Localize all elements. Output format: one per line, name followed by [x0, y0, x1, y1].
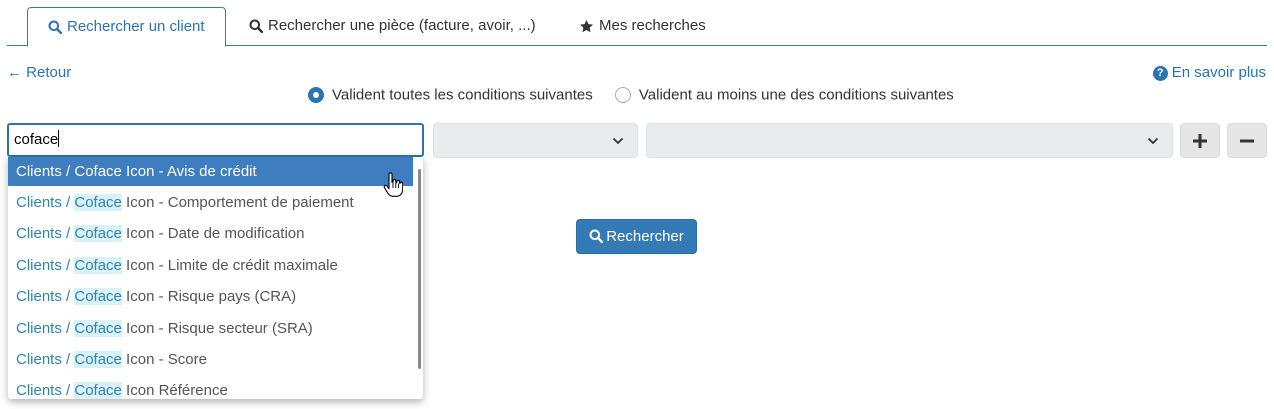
- tab-label: Rechercher un client: [67, 18, 205, 36]
- value-select[interactable]: [646, 123, 1173, 158]
- item-match: Coface: [74, 320, 122, 337]
- list-item[interactable]: Clients / Coface Icon Référence: [8, 376, 413, 399]
- item-category: Clients /: [16, 351, 71, 368]
- back-link[interactable]: ← Retour: [7, 64, 71, 81]
- list-item[interactable]: Clients / Coface Icon - Limite de crédit…: [8, 251, 413, 280]
- plus-icon: [1193, 134, 1207, 148]
- item-label: Icon - Score: [121, 351, 207, 368]
- field-autocomplete-list: Clients / Coface Icon - Avis de crédit C…: [8, 157, 423, 399]
- chevron-down-icon: [612, 137, 624, 145]
- item-match: Coface: [74, 225, 122, 242]
- condition-any-radio[interactable]: [614, 87, 631, 104]
- item-category: Clients /: [16, 288, 71, 305]
- list-item[interactable]: Clients / Coface Icon - Score: [8, 345, 413, 374]
- search-icon: [48, 20, 62, 35]
- condition-any-option[interactable]: Valident au moins une des conditions sui…: [614, 86, 954, 104]
- item-match: Coface: [74, 382, 122, 399]
- tab-label: Rechercher une pièce (facture, avoir, ..…: [268, 17, 536, 35]
- search-tabs: Rechercher un client Rechercher une pièc…: [7, 7, 1267, 47]
- minus-icon: [1240, 139, 1254, 143]
- search-icon: [589, 229, 604, 244]
- item-label: Icon - Avis de crédit: [121, 163, 257, 180]
- hand-cursor-icon: [383, 172, 403, 197]
- list-item[interactable]: Clients / Coface Icon - Avis de crédit: [8, 157, 413, 186]
- tab-search-document[interactable]: Rechercher une pièce (facture, avoir, ..…: [229, 7, 556, 46]
- item-match: Coface: [74, 257, 122, 274]
- search-icon: [249, 19, 263, 34]
- item-label: Icon - Risque secteur (SRA): [121, 320, 313, 337]
- condition-all-radio[interactable]: [308, 87, 324, 104]
- item-label: Icon - Limite de crédit maximale: [121, 257, 338, 274]
- condition-any-label: Valident au moins une des conditions sui…: [638, 86, 954, 104]
- search-button-label: Rechercher: [606, 228, 684, 245]
- remove-condition-button[interactable]: [1227, 123, 1267, 158]
- list-item[interactable]: Clients / Coface Icon - Date de modifica…: [8, 219, 413, 248]
- field-search-input[interactable]: coface: [7, 123, 424, 157]
- star-icon: [580, 19, 593, 32]
- chevron-down-icon: [1147, 137, 1159, 145]
- help-icon: ?: [1152, 66, 1168, 81]
- item-label: Icon - Comportement de paiement: [121, 194, 354, 211]
- item-category: Clients /: [16, 225, 71, 242]
- item-category: Clients /: [16, 194, 71, 211]
- item-match: Coface: [74, 351, 122, 368]
- condition-all-label: Valident toutes les conditions suivantes: [332, 86, 593, 104]
- item-category: Clients /: [16, 257, 71, 274]
- item-category: Clients /: [16, 320, 71, 337]
- list-item[interactable]: Clients / Coface Icon - Risque pays (CRA…: [8, 282, 413, 311]
- operator-select[interactable]: [433, 123, 638, 158]
- list-item[interactable]: Clients / Coface Icon - Risque secteur (…: [8, 314, 413, 343]
- item-category: Clients /: [16, 163, 71, 180]
- help-link-label: En savoir plus: [1171, 64, 1266, 81]
- tab-my-searches[interactable]: Mes recherches: [559, 7, 726, 46]
- tab-label: Mes recherches: [599, 17, 706, 35]
- condition-all-option[interactable]: Valident toutes les conditions suivantes: [308, 86, 593, 104]
- item-match: Coface: [74, 288, 122, 305]
- item-category: Clients /: [16, 382, 71, 399]
- help-link[interactable]: ? En savoir plus: [1152, 64, 1266, 81]
- field-search-value: coface: [14, 131, 59, 148]
- list-item[interactable]: Clients / Coface Icon - Comportement de …: [8, 188, 413, 217]
- text-caret: [58, 130, 60, 147]
- item-label: Icon Référence: [121, 382, 228, 399]
- dropdown-scrollbar[interactable]: [418, 169, 421, 369]
- item-match: Coface: [74, 163, 122, 180]
- condition-mode-group: Valident toutes les conditions suivantes…: [308, 86, 954, 104]
- add-condition-button[interactable]: [1180, 123, 1220, 158]
- item-label: Icon - Risque pays (CRA): [121, 288, 297, 305]
- item-match: Coface: [74, 194, 122, 211]
- item-label: Icon - Date de modification: [121, 225, 305, 242]
- search-button[interactable]: Rechercher: [576, 219, 697, 254]
- tab-search-client[interactable]: Rechercher un client: [27, 7, 226, 47]
